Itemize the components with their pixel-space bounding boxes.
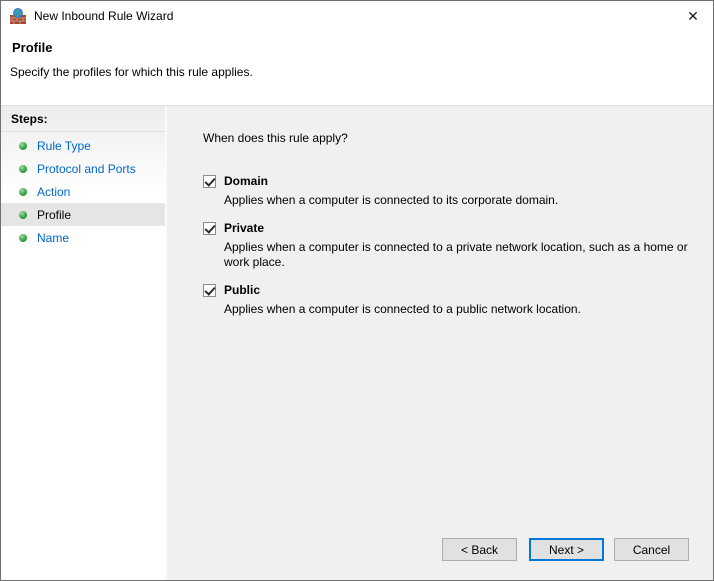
step-label: Name [37, 230, 70, 245]
profile-row: Domain [203, 174, 693, 188]
checkbox[interactable] [203, 174, 216, 188]
profile-row: Public [203, 283, 693, 297]
wizard-header: Profile Specify the profiles for which t… [1, 40, 713, 106]
step-bullet-icon [19, 164, 27, 173]
profile-label[interactable]: Domain [224, 174, 268, 188]
profile-group: Domain Applies when a computer is connec… [203, 174, 693, 208]
steps-heading: Steps: [1, 106, 165, 132]
steps-list: Rule Type Protocol and Ports Action Prof… [1, 134, 165, 249]
step-bullet-icon [19, 210, 27, 219]
firewall-icon [10, 8, 26, 24]
page-title: Profile [12, 40, 53, 55]
step-bullet-icon [19, 187, 27, 196]
cancel-button[interactable]: Cancel [614, 538, 689, 561]
sidebar-step-item[interactable]: Rule Type [1, 134, 165, 157]
profile-description: Applies when a computer is connected to … [224, 302, 581, 316]
profile-group: Private Applies when a computer is conne… [203, 221, 693, 270]
step-bullet-icon [19, 141, 27, 150]
step-label: Rule Type [37, 138, 91, 153]
page-subtitle: Specify the profiles for which this rule… [10, 65, 253, 79]
main-panel: When does this rule apply? Domain Applie… [167, 106, 713, 580]
checkbox[interactable] [203, 221, 216, 235]
back-button[interactable]: < Back [442, 538, 517, 561]
profile-description: Applies when a computer is connected to … [224, 240, 688, 269]
profile-label[interactable]: Private [224, 221, 264, 235]
wizard-window: New Inbound Rule Wizard ✕ Profile Specif… [0, 0, 714, 581]
profile-group: Public Applies when a computer is connec… [203, 283, 693, 317]
titlebar: New Inbound Rule Wizard ✕ [1, 1, 713, 31]
step-label: Profile [37, 207, 72, 222]
sidebar-step-item[interactable]: Action [1, 180, 165, 203]
step-label: Protocol and Ports [37, 161, 136, 176]
window-title: New Inbound Rule Wizard [34, 9, 174, 23]
checkbox[interactable] [203, 283, 216, 297]
sidebar-step-item[interactable]: Name [1, 226, 165, 249]
sidebar-step-item[interactable]: Profile [1, 203, 165, 226]
next-button[interactable]: Next > [529, 538, 604, 561]
profiles-list: Domain Applies when a computer is connec… [203, 174, 693, 317]
question-text: When does this rule apply? [203, 131, 348, 145]
close-button[interactable]: ✕ [673, 1, 713, 31]
profile-label[interactable]: Public [224, 283, 260, 297]
step-label: Action [37, 184, 71, 199]
steps-sidebar: Steps: Rule Type Protocol and Ports Acti… [1, 106, 167, 580]
wizard-body: Steps: Rule Type Protocol and Ports Acti… [1, 106, 713, 580]
sidebar-step-item[interactable]: Protocol and Ports [1, 157, 165, 180]
profile-description: Applies when a computer is connected to … [224, 193, 559, 207]
step-bullet-icon [19, 233, 27, 242]
profile-row: Private [203, 221, 693, 235]
